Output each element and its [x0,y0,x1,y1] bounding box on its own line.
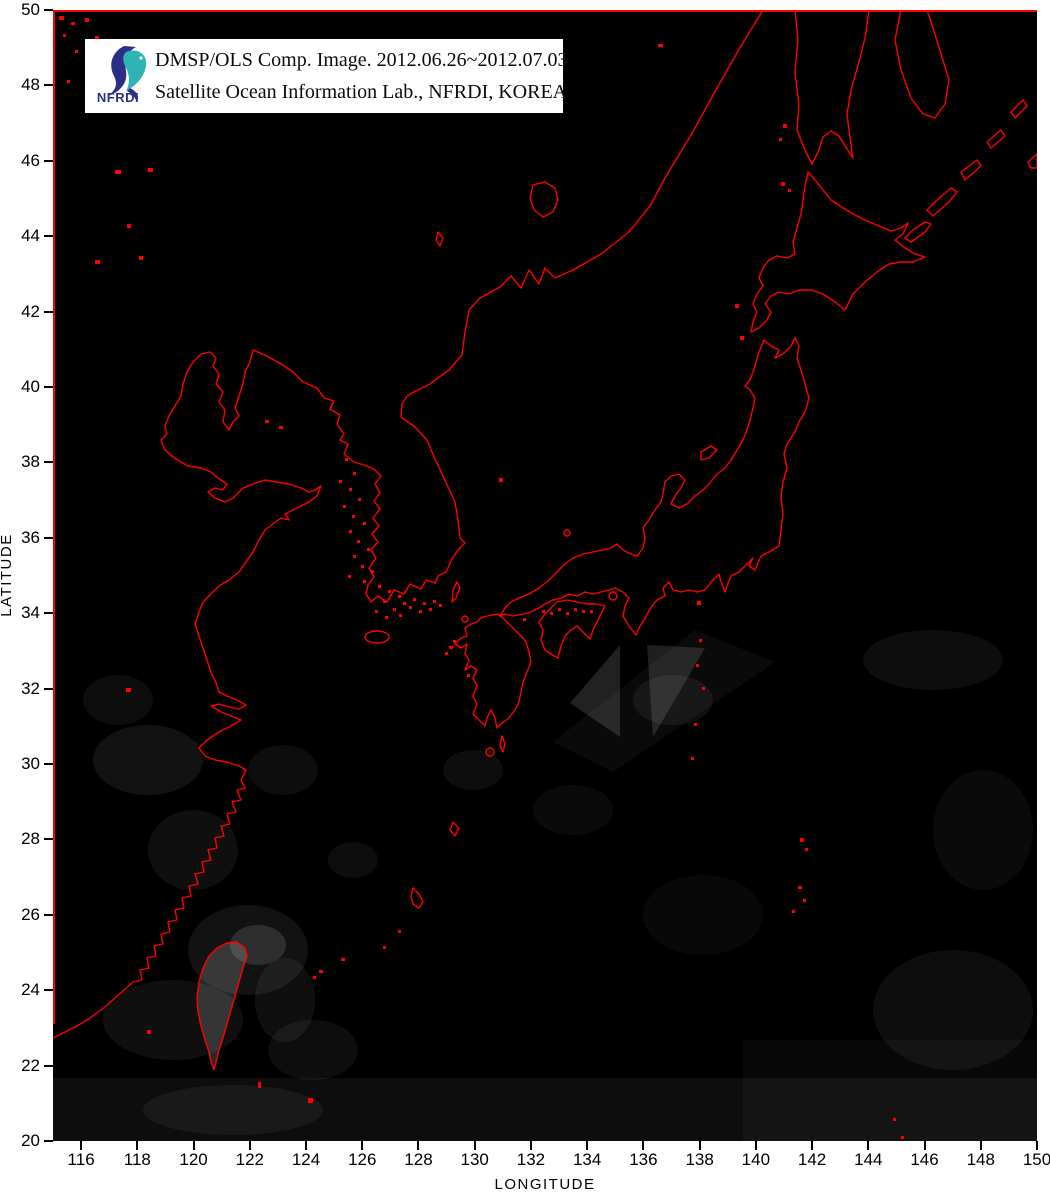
lat-tick-50 [44,9,53,11]
satellite-map-graphic [53,10,1037,1141]
lat-tick-label: 40 [21,377,40,396]
lon-tick-134 [586,1141,589,1150]
lon-tick-label: 138 [685,1150,714,1169]
tsushima-island [451,581,461,603]
lat-tick-label: 32 [21,678,40,698]
lat-tick-label: 36 [21,527,40,547]
lon-tick-label: 136 [629,1150,658,1169]
map-area [53,10,1037,1141]
coastline-shikoku [538,599,606,659]
lat-tick-label: 34 [21,603,40,623]
lat-tick-label: 26 [21,904,40,924]
lon-tick-label: 128 [404,1150,433,1169]
lon-tick-146 [923,1141,926,1150]
lat-tick-22 [44,1064,53,1067]
kuril-islands [904,99,1037,243]
lat-tick-20 [44,1140,53,1142]
lon-tick-label: 148 [966,1150,995,1169]
lat-tick-30 [44,763,53,765]
lat-tick-44 [44,235,53,238]
lon-tick-label: 122 [235,1150,264,1169]
map-title-line2: Satellite Ocean Information Lab., NFRDI,… [155,81,568,103]
lon-tick-132 [529,1141,532,1150]
lon-tick-label: 116 [67,1150,95,1169]
lon-tick-116 [80,1141,83,1150]
lon-tick-label: 118 [123,1150,151,1169]
lat-tick-46 [44,159,53,162]
x-axis-title: LONGITUDE [494,1176,596,1193]
lat-tick-label: 50 [21,0,40,19]
lat-tick-36 [44,536,53,539]
lon-tick-140 [754,1141,757,1150]
title-box: NFRDI DMSP/OLS Comp. Image. 2012.06.26~2… [85,39,568,113]
lat-tick-40 [44,386,53,388]
lon-tick-label: 120 [179,1150,208,1169]
lon-tick-label: 132 [516,1150,546,1169]
lon-tick-126 [361,1141,364,1150]
lon-tick-label: 130 [460,1150,489,1169]
lat-tick-label: 38 [21,452,40,472]
lat-tick-label: 48 [21,75,40,95]
lon-tick-148 [979,1141,982,1150]
lon-tick-130 [473,1141,476,1150]
lat-tick-38 [44,461,53,464]
lake-khanka [529,181,559,218]
nfrdi-logo-text: NFRDI [96,90,140,105]
lon-tick-label: 146 [910,1150,939,1169]
lat-tick-42 [44,310,53,313]
lat-tick-label: 24 [21,980,40,1000]
lat-tick-48 [44,84,53,87]
coastline-mainland [53,10,764,1039]
lat-tick-label: 46 [21,150,40,170]
lon-tick-120 [192,1141,195,1150]
lon-tick-128 [417,1141,420,1150]
coastline-kyushu [454,613,532,729]
coastline-sakhalin [794,10,870,165]
lon-tick-118 [136,1141,139,1150]
dmsp-ols-map-page: NFRDI DMSP/OLS Comp. Image. 2012.06.26~2… [0,0,1050,1200]
coastline-hokkaido [750,171,926,333]
lat-tick-label: 44 [21,226,40,246]
lat-tick-label: 42 [21,301,40,321]
lon-tick-144 [867,1141,870,1150]
lon-tick-label: 134 [572,1150,602,1169]
lon-tick-label: 142 [797,1150,827,1169]
coastline-honshu [499,337,810,636]
lat-tick-label: 22 [21,1055,40,1075]
lon-tick-label: 124 [291,1150,321,1169]
island-speckles [59,16,904,1139]
lat-tick-34 [44,612,53,615]
lat-tick-label: 28 [21,829,40,849]
lon-tick-label: 144 [854,1150,883,1169]
lon-tick-150 [1036,1141,1038,1150]
lat-tick-26 [44,913,53,916]
lon-tick-138 [698,1141,701,1150]
coastline-layer [53,10,1037,1071]
lon-tick-label: 126 [348,1150,377,1169]
lat-tick-24 [44,989,53,992]
lon-tick-label: 150 [1022,1150,1050,1169]
lat-tick-label: 20 [21,1131,40,1150]
y-axis-title: LATITUDE [0,533,15,617]
lon-tick-label: 140 [741,1150,771,1169]
lon-tick-124 [305,1141,308,1150]
cloud-layer [53,630,1037,1141]
lat-tick-32 [44,687,53,690]
lon-tick-122 [248,1141,251,1150]
lat-tick-28 [44,838,53,841]
lon-tick-142 [811,1141,814,1150]
map-title-line1: DMSP/OLS Comp. Image. 2012.06.26~2012.07… [155,49,568,71]
jeju-island [364,630,390,644]
lat-tick-label: 30 [21,754,40,773]
lon-tick-136 [642,1141,645,1150]
